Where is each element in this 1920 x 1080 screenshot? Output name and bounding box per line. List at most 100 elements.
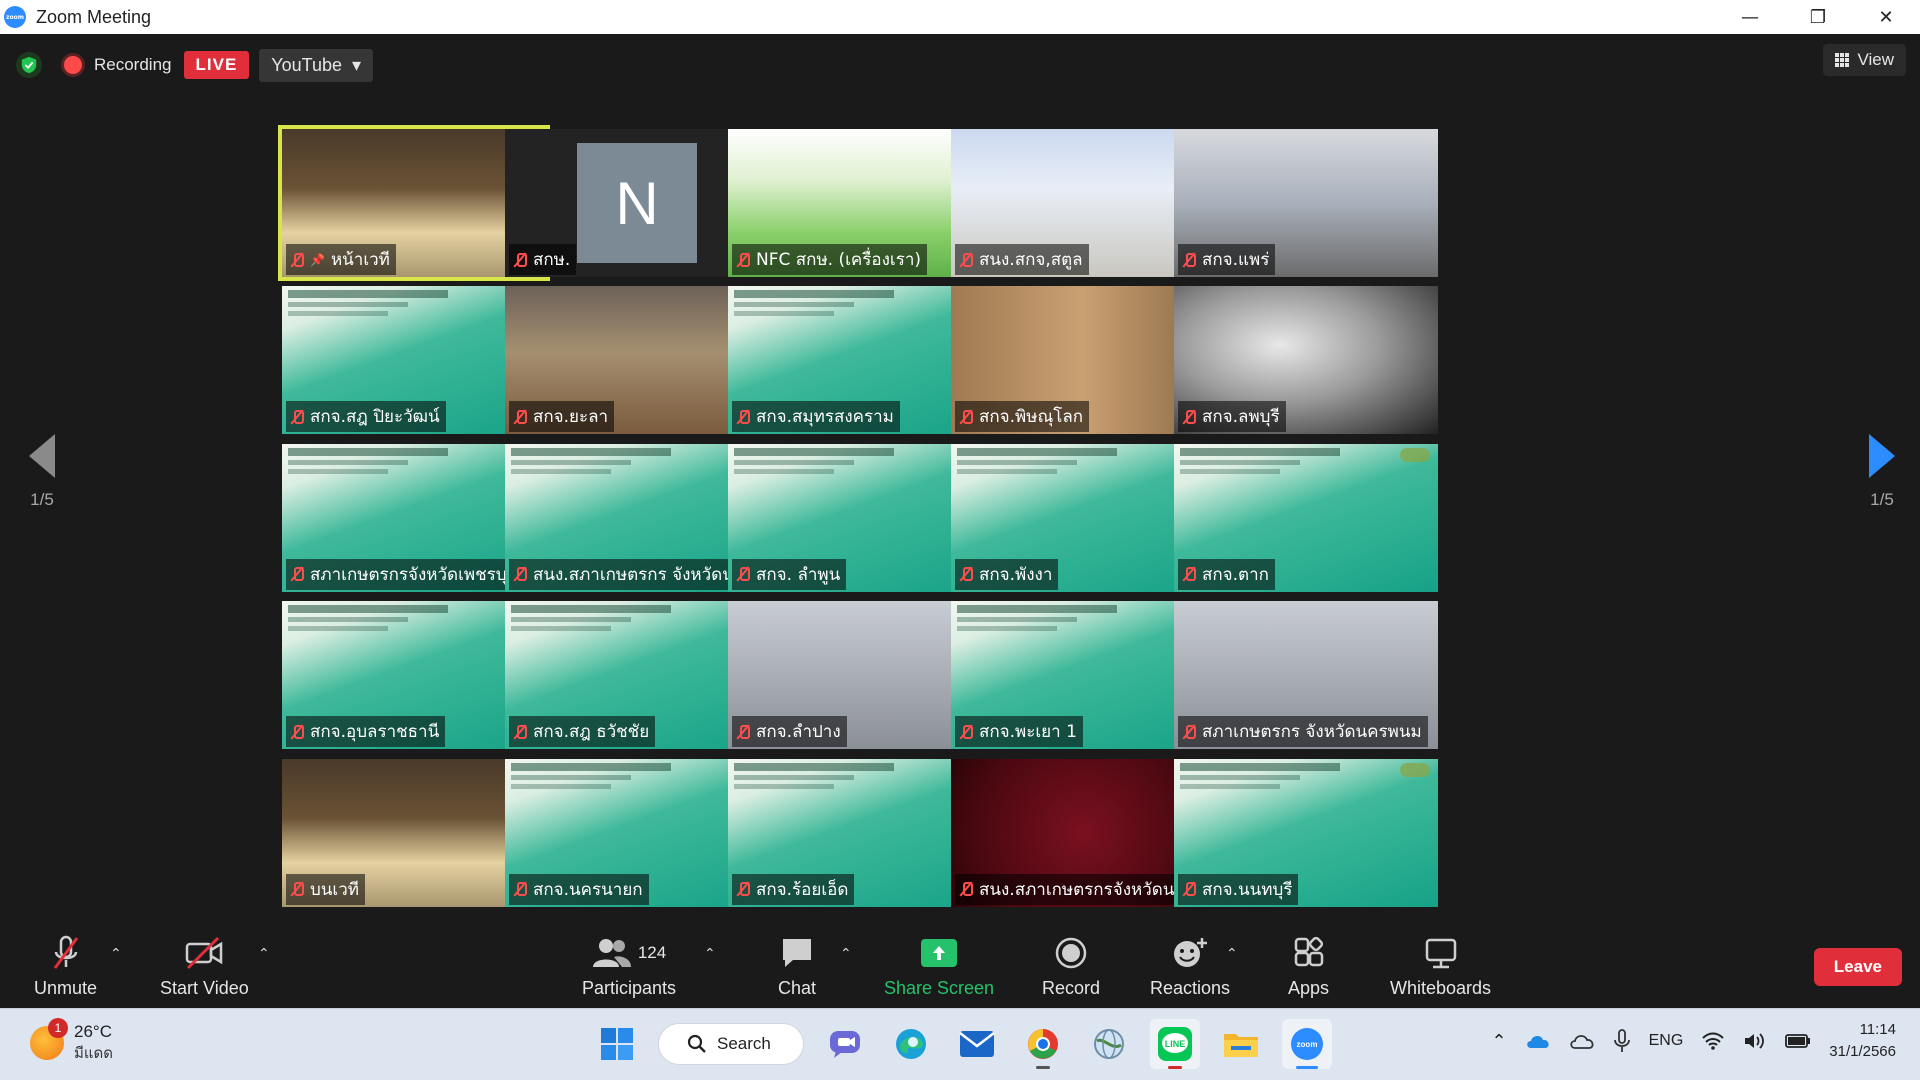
record-button[interactable]: Record [1042, 934, 1100, 999]
participant-tile[interactable]: สกจ.ลพบุรี [1174, 286, 1438, 435]
wifi-icon[interactable] [1701, 1031, 1725, 1051]
live-badge[interactable]: LIVE [183, 51, 250, 79]
participant-count: 124 [637, 943, 667, 962]
whiteboards-button[interactable]: Whiteboards [1390, 934, 1491, 999]
participants-button[interactable]: 124 Participants [582, 934, 676, 999]
clock-time: 11:14 [1859, 1021, 1896, 1038]
participant-name: สกจ.นครนายก [533, 879, 643, 900]
chevron-up-icon[interactable]: ⌃ [1492, 1031, 1507, 1052]
participant-tile[interactable]: สภาเกษตรกร จังหวัดนครพนม [1174, 601, 1438, 750]
clock-date: 31/1/2566 [1829, 1043, 1896, 1060]
unmute-label: Unmute [34, 978, 98, 998]
participant-name-label: สกจ.แพร่ [1178, 244, 1276, 275]
teams-chat-app[interactable] [820, 1019, 870, 1069]
mic-muted-icon [959, 724, 973, 740]
restore-button[interactable]: ❐ [1784, 0, 1852, 34]
participant-name: สกจ. ลำพูน [756, 564, 841, 585]
clock[interactable]: 11:14 31/1/2566 [1829, 1019, 1896, 1063]
page-indicator-left: 1/5 [30, 490, 54, 509]
participant-name-label: สกจ.พิษณุโลก [955, 401, 1090, 433]
recording-label[interactable]: Recording [94, 55, 172, 75]
globe-icon [1094, 1029, 1124, 1059]
onedrive-icon[interactable] [1525, 1032, 1551, 1050]
mic-muted-icon [290, 566, 304, 582]
battery-icon[interactable] [1785, 1033, 1811, 1049]
page-indicator-right: 1/5 [1870, 490, 1894, 509]
mail-icon [959, 1031, 995, 1057]
security-shield-icon[interactable] [16, 52, 42, 78]
participant-name-label: สกจ.ยะลา [509, 401, 615, 433]
mic-muted-icon [1182, 724, 1196, 740]
participant-name: สกจ.ยะลา [533, 407, 609, 428]
mail-app[interactable] [952, 1019, 1002, 1069]
participant-name-label: สกจ.พะเยา 1 [955, 716, 1083, 748]
chat-button[interactable]: Chat [778, 934, 816, 999]
edge-browser-app[interactable] [886, 1019, 936, 1069]
mic-muted-icon [736, 566, 750, 582]
folder-icon [1224, 1034, 1258, 1057]
meeting-area: Recording LIVE YouTube ▾ View 1/5 📌 หน้าเ… [0, 34, 1920, 926]
system-tray: ⌃ ENG 11:14 31/1/2566 [1492, 1019, 1897, 1063]
participant-name: สกจ.นนทบุรี [1202, 879, 1293, 900]
participant-name: สนง.สภาเกษตรกรจังหวัดนคร... [979, 879, 1203, 900]
whiteboard-icon [1423, 934, 1459, 972]
participant-name: สกจ.พิษณุโลก [979, 407, 1084, 428]
participant-name-label: 📌 หน้าเวที [286, 244, 396, 275]
mic-muted-icon [290, 881, 304, 897]
chrome-app[interactable] [1018, 1019, 1068, 1069]
zoom-icon: zoom [1291, 1028, 1323, 1060]
file-explorer-app[interactable] [1216, 1019, 1266, 1069]
leave-button[interactable]: Leave [1813, 948, 1902, 986]
mic-muted-icon [959, 881, 973, 897]
line-running-indicator [1168, 1066, 1182, 1069]
audio-options-caret[interactable]: ⌃ [110, 946, 122, 962]
smiley-plus-icon [1171, 934, 1209, 972]
next-page-button[interactable]: 1/5 [1852, 434, 1912, 510]
participant-name: สกจ.แพร่ [1202, 250, 1270, 270]
participant-name-label: สกจ.พังงา [955, 558, 1059, 590]
video-options-caret[interactable]: ⌃ [258, 946, 270, 962]
apps-button[interactable]: Apps [1288, 934, 1329, 999]
close-button[interactable]: ✕ [1852, 0, 1920, 34]
participant-tile[interactable]: สกจ.นนทบุรี [1174, 758, 1438, 907]
globe-app[interactable] [1084, 1019, 1134, 1069]
participant-tile[interactable]: สกจ.ตาก [1174, 443, 1438, 592]
chat-options-caret[interactable]: ⌃ [840, 946, 852, 962]
weather-temperature: 26°C [74, 1022, 112, 1041]
mic-muted-icon [1182, 566, 1196, 582]
weather-widget[interactable]: 1 26°C มีแดด [30, 1018, 113, 1065]
mic-muted-icon [736, 724, 750, 740]
participant-name-label: สภาเกษตรกร จังหวัดนครพนม [1178, 716, 1428, 748]
cloud-icon[interactable] [1569, 1032, 1595, 1050]
participant-name: NFC สกษ. (เครื่องเรา) [756, 250, 922, 270]
share-screen-button[interactable]: Share Screen [884, 934, 994, 999]
participant-name: หน้าเวที [330, 250, 390, 270]
participant-name-label: บนเวที [286, 873, 365, 905]
windows-logo-icon [601, 1028, 633, 1060]
line-app[interactable]: LINE [1150, 1019, 1200, 1069]
participants-options-caret[interactable]: ⌃ [704, 946, 716, 962]
input-language[interactable]: ENG [1649, 1032, 1684, 1050]
participant-name: สกจ.สมุทรสงคราม [756, 407, 894, 428]
microphone-icon[interactable] [1613, 1029, 1631, 1053]
participant-tile[interactable]: สกจ.แพร่ [1174, 129, 1438, 277]
participant-name: สนง.สภาเกษตรกร จังหวัดนรา... [533, 564, 757, 585]
minimize-button[interactable]: — [1716, 0, 1784, 34]
whiteboards-label: Whiteboards [1390, 978, 1492, 998]
start-button[interactable] [592, 1019, 642, 1069]
start-video-button[interactable]: Start Video [160, 934, 249, 999]
mic-muted-icon [513, 252, 527, 268]
speaker-icon[interactable] [1743, 1031, 1767, 1051]
previous-page-button[interactable]: 1/5 [12, 434, 72, 510]
participant-name: สนง.สกจ,สตูล [979, 250, 1083, 270]
participant-name-label: สกจ.สฎ ปิยะวัฒน์ [286, 401, 446, 433]
zoom-app[interactable]: zoom [1282, 1019, 1332, 1069]
zoom-running-indicator [1296, 1066, 1318, 1069]
taskbar-search[interactable]: Search [658, 1023, 804, 1065]
reactions-options-caret[interactable]: ⌃ [1226, 946, 1238, 962]
reactions-button[interactable]: Reactions [1150, 934, 1230, 999]
unmute-button[interactable]: Unmute [34, 934, 97, 999]
grid-view-icon [1835, 53, 1850, 67]
view-button[interactable]: View [1823, 44, 1906, 76]
stream-target-dropdown[interactable]: YouTube ▾ [259, 48, 374, 82]
